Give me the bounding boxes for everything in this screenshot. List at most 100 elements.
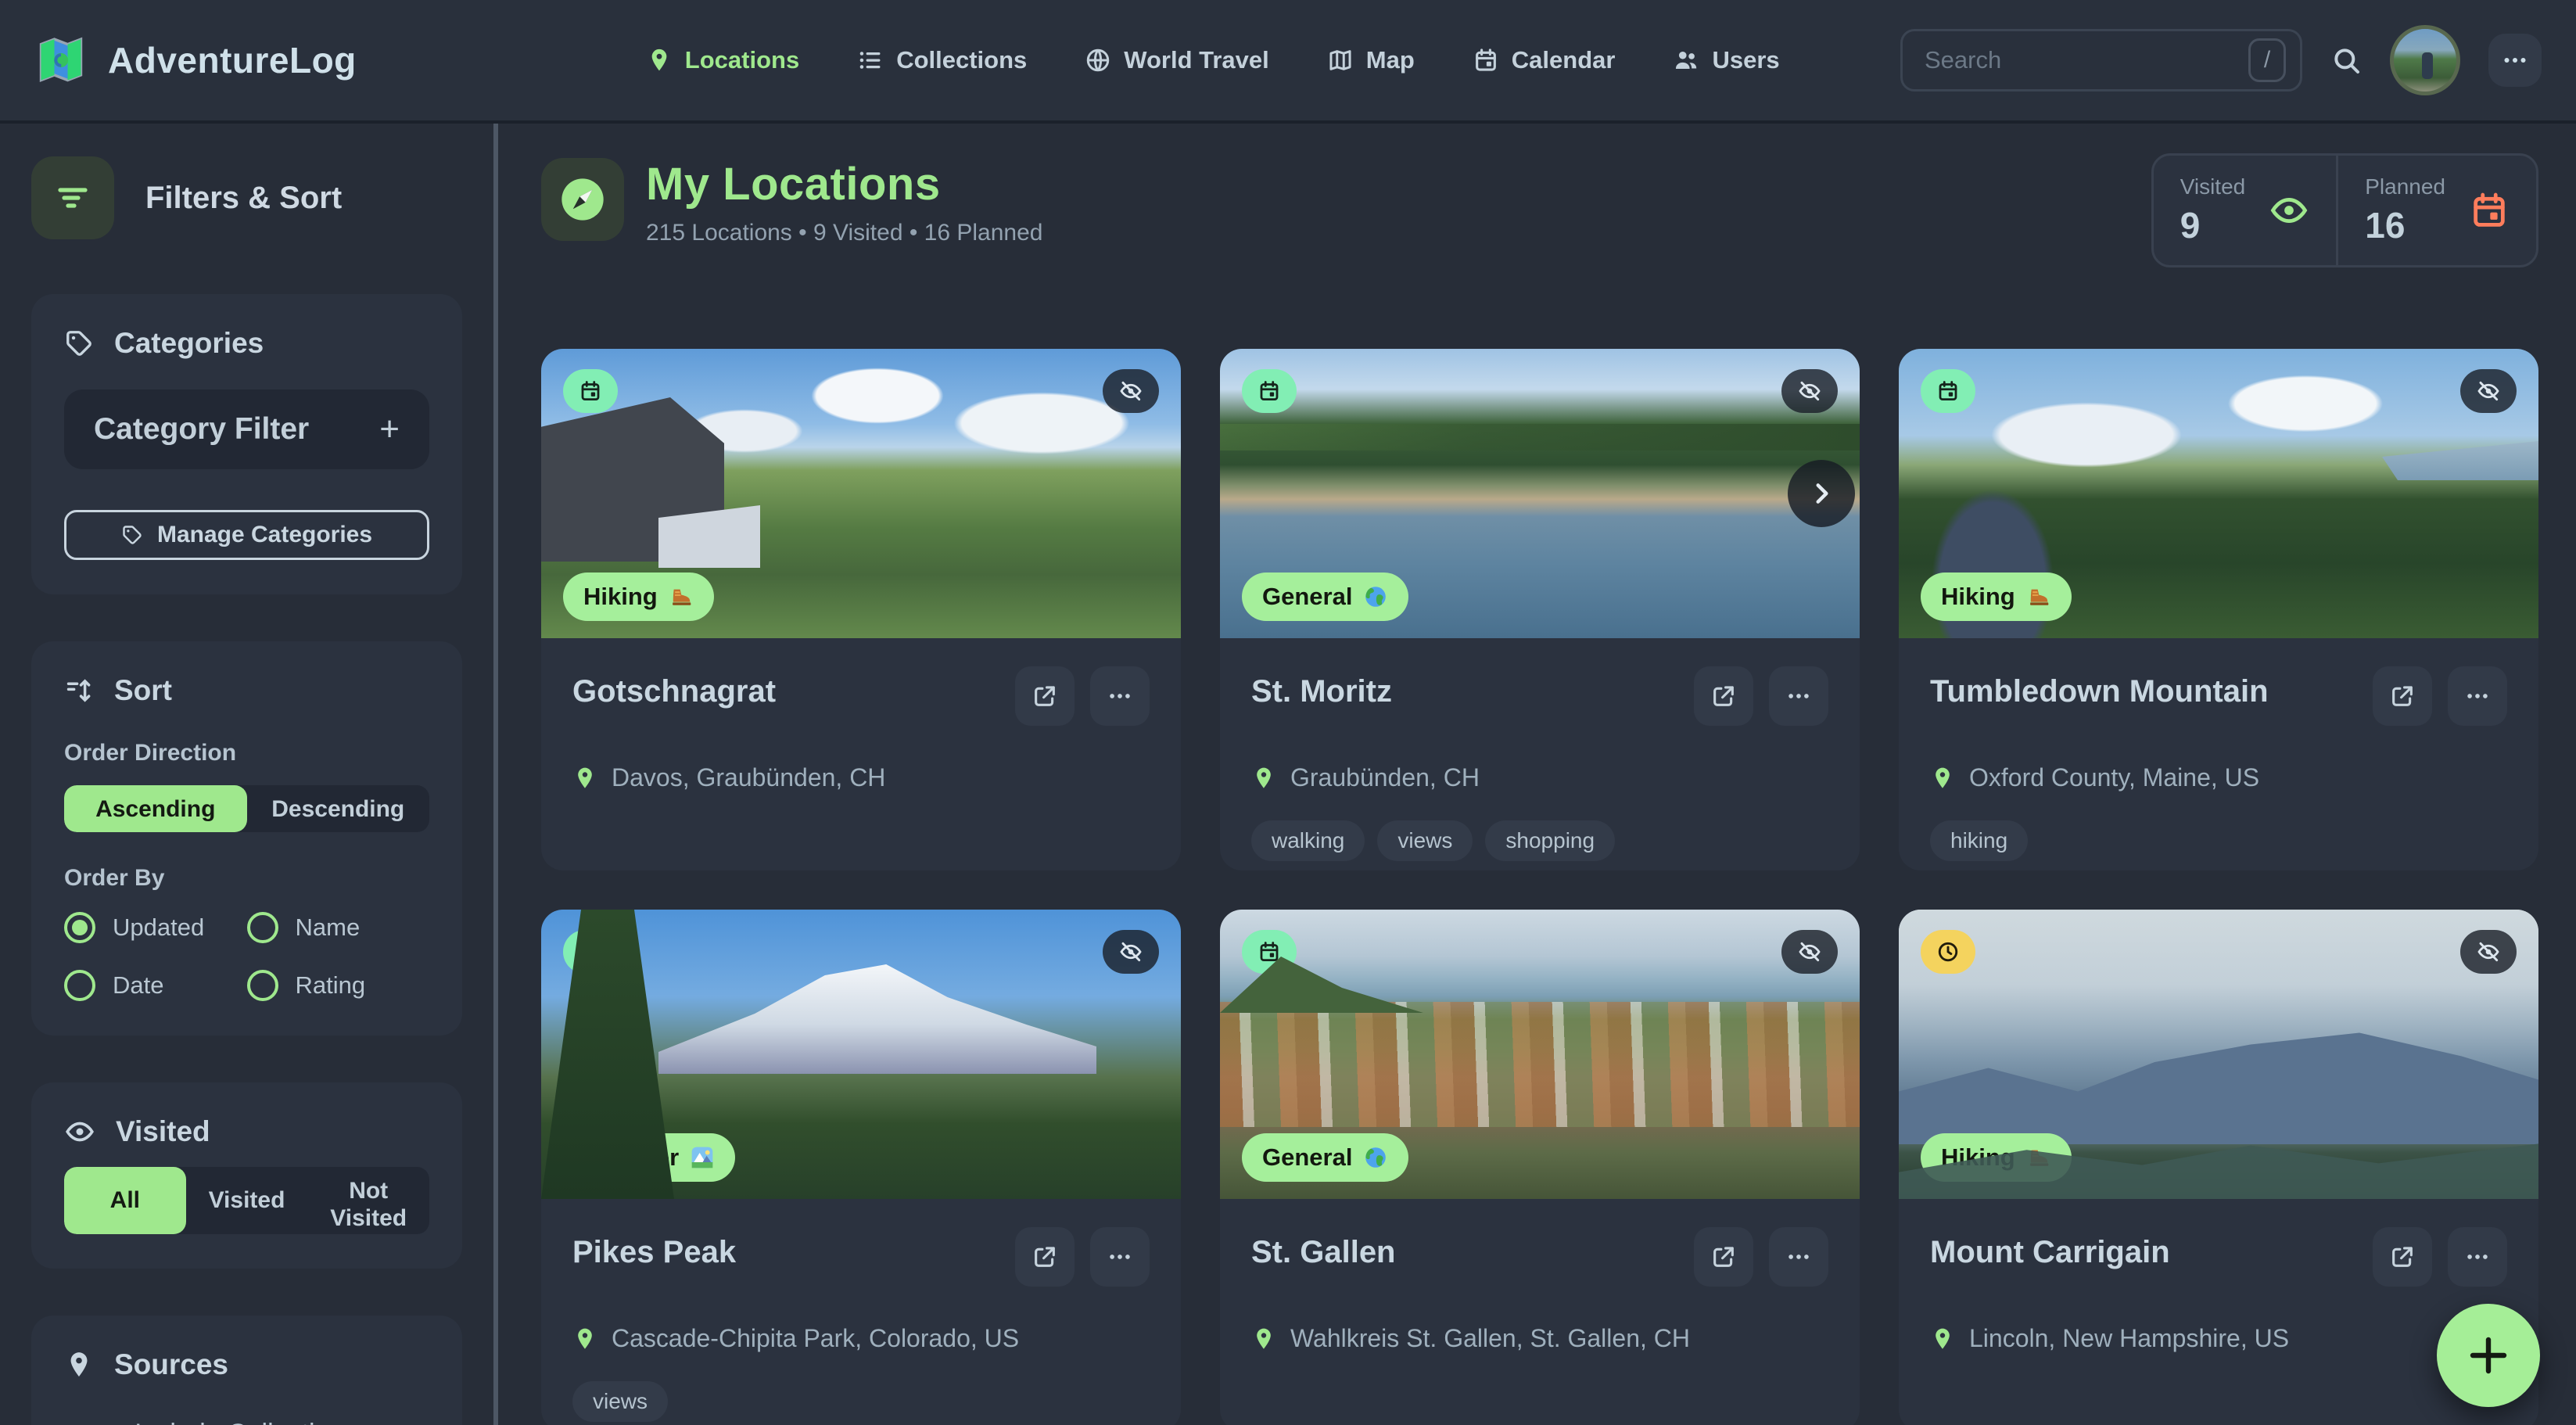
- visit-status-badge: [563, 369, 618, 413]
- ascending-button[interactable]: Ascending: [64, 785, 247, 832]
- radio-label: Rating: [296, 971, 366, 1000]
- visit-status-badge: [1921, 369, 1975, 413]
- categories-section: Categories Category Filter + Manage Cate…: [31, 294, 462, 594]
- open-location-button[interactable]: [2373, 666, 2432, 726]
- external-link-icon: [2389, 683, 2416, 709]
- nav-item-world-travel[interactable]: World Travel: [1085, 46, 1269, 74]
- card-location-text: Wahlkreis St. Gallen, St. Gallen, CH: [1290, 1324, 1690, 1353]
- eye-off-icon: [1118, 939, 1143, 964]
- card-more-button[interactable]: [1769, 666, 1828, 726]
- sources-title: Sources: [114, 1348, 228, 1381]
- visited-not-visited-button[interactable]: Not Visited: [307, 1167, 429, 1234]
- radio-updated[interactable]: Updated: [64, 912, 247, 943]
- card-location: Davos, Graubünden, CH: [572, 763, 1150, 792]
- visited-toggle: All Visited Not Visited: [64, 1167, 429, 1234]
- location-card[interactable]: Hiking Gotschnagrat Davos, Graubünden, C: [541, 349, 1181, 870]
- ellipsis-icon: [1107, 1244, 1133, 1270]
- visibility-badge: [1781, 369, 1838, 413]
- eye-off-icon: [1797, 379, 1822, 404]
- map-pin-icon: [1930, 1326, 1955, 1351]
- avatar[interactable]: [2390, 25, 2460, 95]
- search-button[interactable]: [2330, 45, 2362, 76]
- sidebar-header: Filters & Sort: [31, 156, 462, 239]
- users-icon: [1673, 47, 1699, 74]
- include-collection-locations-checkbox[interactable]: Include Collection Locations: [64, 1419, 429, 1425]
- search-shortcut-kbd: /: [2248, 38, 2286, 82]
- open-location-button[interactable]: [1694, 666, 1753, 726]
- tag-list: views: [572, 1381, 1150, 1422]
- visit-status-badge: [563, 930, 618, 974]
- stat-value: 16: [2365, 204, 2445, 246]
- nav-item-collections[interactable]: Collections: [857, 46, 1027, 74]
- nav-item-locations[interactable]: Locations: [646, 46, 799, 74]
- filter-icon: [31, 156, 114, 239]
- overflow-menu-button[interactable]: [2488, 34, 2542, 87]
- nav-item-users[interactable]: Users: [1673, 46, 1779, 74]
- external-link-icon: [1710, 683, 1737, 709]
- open-location-button[interactable]: [1015, 666, 1075, 726]
- card-title: Mount Carrigain: [1930, 1235, 2170, 1270]
- tag-list: walkingviewsshopping: [1251, 820, 1828, 861]
- card-more-button[interactable]: [1090, 1227, 1150, 1287]
- visited-visited-button[interactable]: Visited: [186, 1167, 308, 1234]
- location-photo: Hiking: [1899, 349, 2538, 638]
- category-badge: Hiking: [563, 573, 714, 621]
- calendar-icon: [1473, 47, 1499, 74]
- stat-label: Planned: [2365, 174, 2445, 199]
- card-more-button[interactable]: [2448, 666, 2507, 726]
- visit-status-icon: [1258, 940, 1281, 964]
- category-badge: General: [1242, 1133, 1408, 1182]
- categories-title: Categories: [114, 327, 264, 360]
- radio-icon: [64, 970, 95, 1001]
- category-badge: Hiking: [1921, 1133, 2072, 1182]
- eye-icon: [2269, 190, 2309, 231]
- brand[interactable]: AdventureLog: [34, 34, 357, 87]
- order-by-options: Updated Name Date Rating: [64, 912, 429, 1001]
- location-card[interactable]: Hiking Tumbledown Mountain Oxford County: [1899, 349, 2538, 870]
- radio-name[interactable]: Name: [247, 912, 430, 943]
- category-badge-icon: [1363, 1145, 1388, 1170]
- category-badge-icon: [1363, 584, 1388, 609]
- nav-item-map[interactable]: Map: [1327, 46, 1415, 74]
- category-badge-label: Hiking: [583, 583, 658, 611]
- nav-label: Map: [1366, 46, 1415, 74]
- manage-categories-button[interactable]: Manage Categories: [64, 510, 429, 560]
- descending-button[interactable]: Descending: [247, 785, 430, 832]
- order-direction-label: Order Direction: [64, 740, 429, 766]
- card-location-text: Davos, Graubünden, CH: [612, 763, 885, 792]
- card-more-button[interactable]: [2448, 1227, 2507, 1287]
- add-location-button[interactable]: [2437, 1304, 2540, 1407]
- map-pin-icon: [1251, 766, 1276, 791]
- radio-date[interactable]: Date: [64, 970, 247, 1001]
- category-badge-icon: [669, 584, 694, 609]
- card-more-button[interactable]: [1769, 1227, 1828, 1287]
- radio-label: Name: [296, 914, 361, 942]
- location-card[interactable]: Outdoor Pikes Peak Cascade-Chipita Park,: [541, 910, 1181, 1425]
- radio-label: Date: [113, 971, 163, 1000]
- eye-off-icon: [1118, 379, 1143, 404]
- radio-rating[interactable]: Rating: [247, 970, 430, 1001]
- nav-label: Calendar: [1512, 46, 1616, 74]
- category-badge: Hiking: [1921, 573, 2072, 621]
- card-more-button[interactable]: [1090, 666, 1150, 726]
- next-image-button[interactable]: [1788, 460, 1855, 527]
- open-location-button[interactable]: [2373, 1227, 2432, 1287]
- category-badge: General: [1242, 573, 1408, 621]
- search-input[interactable]: [1925, 46, 2248, 74]
- calendar-icon: [2469, 190, 2510, 231]
- nav-item-calendar[interactable]: Calendar: [1473, 46, 1616, 74]
- location-card[interactable]: General St. Gallen Wahlkreis St. Gallen,: [1220, 910, 1860, 1425]
- card-location-text: Cascade-Chipita Park, Colorado, US: [612, 1324, 1019, 1353]
- open-location-button[interactable]: [1015, 1227, 1075, 1287]
- location-card[interactable]: General St. Moritz Graubünden, CH: [1220, 349, 1860, 870]
- visibility-badge: [1103, 369, 1159, 413]
- category-filter-toggle[interactable]: Category Filter +: [64, 389, 429, 469]
- compass-icon: [541, 158, 624, 241]
- tag: shopping: [1485, 820, 1615, 861]
- visibility-badge: [1781, 930, 1838, 974]
- tag: views: [572, 1381, 668, 1422]
- card-body: Mount Carrigain Lincoln, New Hampshire, …: [1899, 1199, 2538, 1425]
- main-content: My Locations 215 Locations • 9 Visited •…: [498, 124, 2576, 1425]
- open-location-button[interactable]: [1694, 1227, 1753, 1287]
- visited-all-button[interactable]: All: [64, 1167, 186, 1234]
